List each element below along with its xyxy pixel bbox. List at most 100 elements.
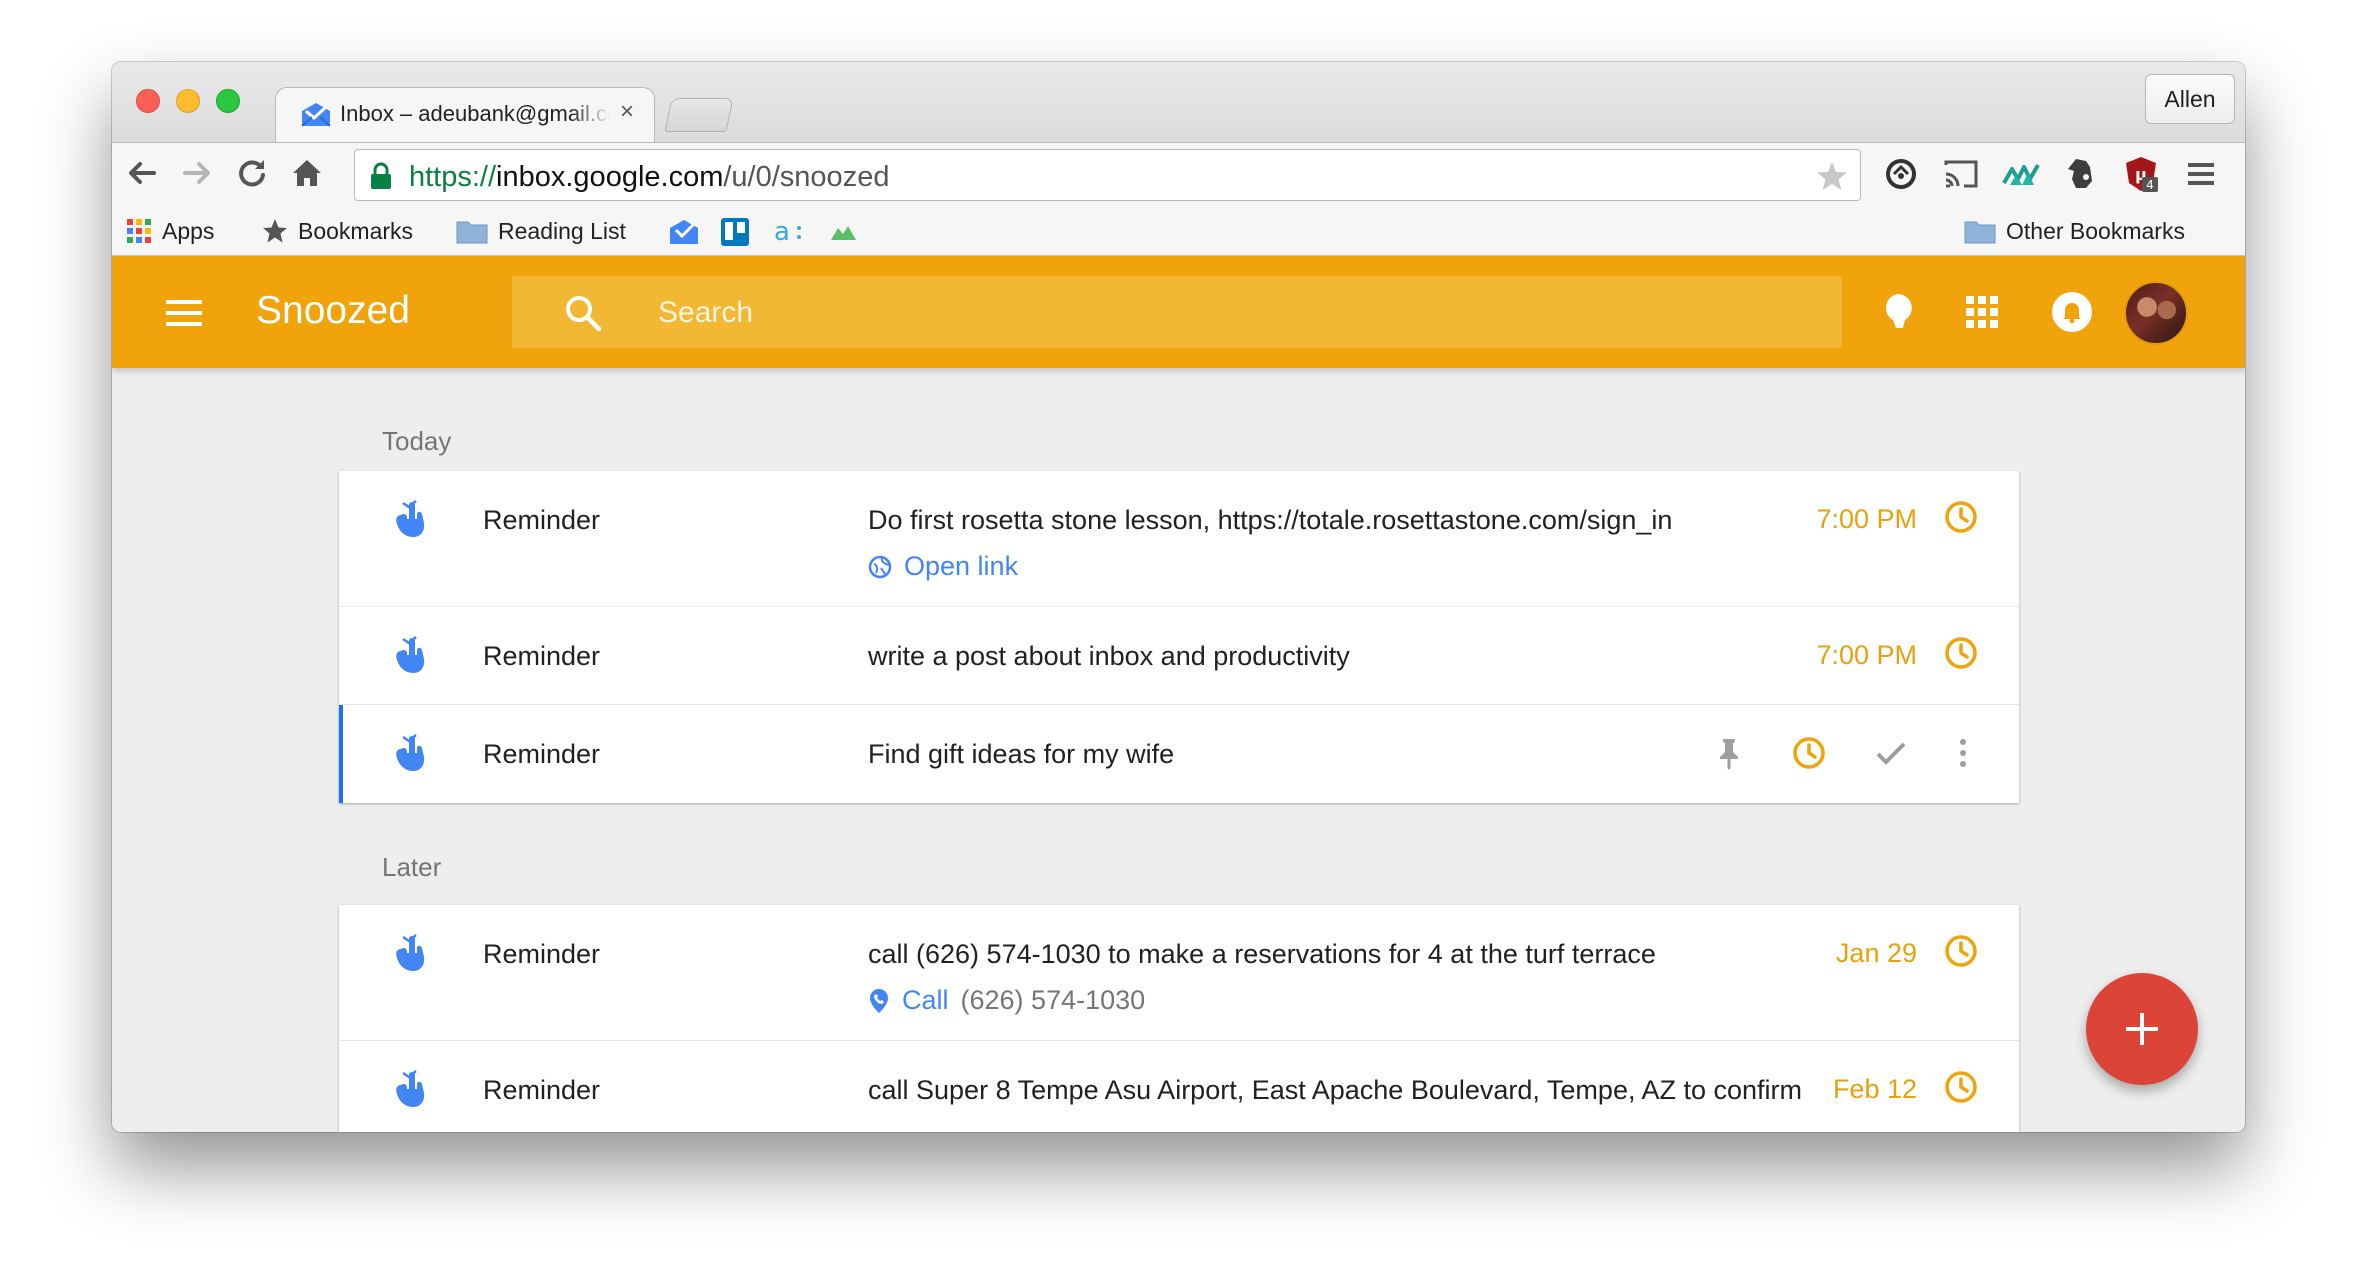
apps-grid-icon[interactable] <box>1960 290 2004 334</box>
page-title: Snoozed <box>256 289 410 332</box>
minimize-window-button[interactable] <box>176 89 200 113</box>
chrome-menu-icon[interactable] <box>2182 155 2220 193</box>
menu-icon[interactable] <box>164 298 204 328</box>
snooze-clock-icon[interactable] <box>1791 735 1827 771</box>
reminder-finger-icon <box>396 734 425 771</box>
reminder-finger-icon <box>396 1070 425 1107</box>
item-type: Reminder <box>483 641 601 671</box>
snooze-clock-icon[interactable] <box>1943 933 1979 969</box>
forward-arrow-icon[interactable] <box>179 155 215 191</box>
url-scheme: https:// <box>409 161 497 193</box>
profile-button[interactable]: Allen <box>2145 74 2235 124</box>
reminder-finger-icon <box>396 934 425 971</box>
back-arrow-icon[interactable] <box>124 155 160 191</box>
section-label-today: Today <box>382 426 452 456</box>
extension-badge: 4 <box>2146 178 2154 192</box>
home-icon[interactable] <box>289 155 325 191</box>
lock-icon <box>371 162 391 189</box>
apps-grid-icon <box>127 219 151 243</box>
snooze-clock-icon[interactable] <box>1943 635 1979 671</box>
cast-icon[interactable] <box>1942 155 1980 193</box>
bookmark-bookmarks[interactable]: Bookmarks <box>262 214 413 248</box>
snooze-clock-icon[interactable] <box>1943 1069 1979 1105</box>
snooze-clock-icon[interactable] <box>1943 499 1979 535</box>
tab-strip: Inbox – adeubank@gmail.com × Allen <box>112 62 2245 143</box>
item-type: Reminder <box>483 739 601 769</box>
phone-pin-icon <box>870 988 888 1013</box>
more-vert-icon[interactable] <box>1945 735 1981 771</box>
inbox-bookmark-icon[interactable] <box>668 218 700 246</box>
reload-icon[interactable] <box>234 155 270 191</box>
pin-icon[interactable] <box>1711 735 1747 771</box>
item-text: write a post about inbox and productivit… <box>868 641 1350 671</box>
call-number: (626) 574-1030 <box>960 985 1146 1015</box>
bookmarks-bar: Apps Bookmarks Reading List a Other Book… <box>112 206 2245 256</box>
snooze-time: 7:00 PM <box>1816 640 1917 670</box>
compose-fab-button[interactable] <box>2086 973 2198 1085</box>
avatar[interactable] <box>2124 281 2188 345</box>
snooze-time: 7:00 PM <box>1816 504 1917 534</box>
bookmark-star-icon[interactable] <box>1816 160 1848 192</box>
bookmark-reading-list[interactable]: Reading List <box>456 214 626 248</box>
notifications-bell-icon[interactable] <box>2050 290 2094 334</box>
today-card: Reminder Do first rosetta stone lesson, … <box>339 471 2019 803</box>
section-label-later: Later <box>382 852 442 882</box>
bookmark-other[interactable]: Other Bookmarks <box>1964 214 2185 248</box>
assist-bulb-icon[interactable] <box>1876 290 1920 334</box>
inbox-favicon-icon <box>301 103 331 127</box>
snooze-time: Jan 29 <box>1835 938 1917 968</box>
item-type: Reminder <box>483 939 601 969</box>
plus-icon <box>2126 1013 2158 1045</box>
bookmark-bookmarks-label: Bookmarks <box>298 217 414 244</box>
browser-window: Inbox – adeubank@gmail.com × Allen https… <box>112 62 2245 1132</box>
new-tab-button[interactable] <box>664 98 734 132</box>
list-item[interactable]: Reminder Do first rosetta stone lesson, … <box>339 471 2019 607</box>
call-label[interactable]: Call <box>902 985 949 1016</box>
item-text: Find gift ideas for my wife <box>868 739 1175 769</box>
later-card: Reminder call (626) 574-1030 to make a r… <box>339 905 2019 1132</box>
search-input[interactable]: Search <box>658 296 753 330</box>
momentum-extension-icon[interactable] <box>2002 155 2040 193</box>
item-text: call (626) 574-1030 to make a reservatio… <box>868 939 1656 969</box>
item-text: Do first rosetta stone lesson, https://t… <box>868 505 1673 535</box>
reminder-finger-icon <box>396 500 425 537</box>
svg-text:a: a <box>774 217 790 246</box>
url-path: /u/0/snoozed <box>723 161 890 193</box>
item-type: Reminder <box>483 1075 601 1105</box>
open-link-action[interactable]: Open link <box>868 551 1018 582</box>
list-item[interactable]: Reminder call (626) 574-1030 to make a r… <box>339 905 2019 1041</box>
reminder-finger-icon <box>396 636 425 673</box>
call-action[interactable]: Call (626) 574-1030 <box>868 985 1145 1016</box>
browser-toolbar: https://inbox.google.com/u/0/snoozed µ 4 <box>112 142 2245 206</box>
cloud-bookmark-icon[interactable] <box>828 218 858 244</box>
amazon-bookmark-icon[interactable]: a <box>772 216 806 246</box>
zoom-window-button[interactable] <box>216 89 240 113</box>
bookmark-apps-label: Apps <box>162 217 215 244</box>
bookmark-apps[interactable]: Apps <box>126 214 214 248</box>
done-check-icon[interactable] <box>1873 735 1909 771</box>
bookmark-reading-list-label: Reading List <box>498 217 626 244</box>
list-item-selected[interactable]: Reminder Find gift ideas for my wife <box>339 705 2019 803</box>
open-link-label[interactable]: Open link <box>904 551 1018 582</box>
main-content: Today Reminder Do first rosetta stone le… <box>112 368 2245 1132</box>
sync-extension-icon[interactable] <box>1882 155 1920 193</box>
list-item[interactable]: Reminder write a post about inbox and pr… <box>339 607 2019 705</box>
folder-icon <box>456 221 488 244</box>
tab-close-icon[interactable]: × <box>620 98 634 125</box>
item-text: call Super 8 Tempe Asu Airport, East Apa… <box>868 1075 1803 1105</box>
ublock-extension-icon[interactable]: µ 4 <box>2122 155 2160 193</box>
browser-tab-inbox[interactable]: Inbox – adeubank@gmail.com × <box>275 87 655 143</box>
address-bar[interactable]: https://inbox.google.com/u/0/snoozed <box>354 149 1861 201</box>
star-icon <box>263 219 287 243</box>
tab-title: Inbox – adeubank@gmail.com <box>340 101 610 126</box>
trello-bookmark-icon[interactable] <box>720 217 750 247</box>
globe-icon <box>868 555 892 578</box>
search-bar[interactable]: Search <box>512 276 1842 348</box>
close-window-button[interactable] <box>136 89 160 113</box>
url-text[interactable]: https://inbox.google.com/u/0/snoozed <box>409 161 889 194</box>
list-item[interactable]: Reminder call Super 8 Tempe Asu Airport,… <box>339 1041 2019 1132</box>
app-bar: Snoozed Search <box>112 256 2245 368</box>
bookmark-other-label: Other Bookmarks <box>2006 217 2185 244</box>
url-host: inbox.google.com <box>496 161 724 193</box>
evernote-extension-icon[interactable] <box>2062 155 2100 193</box>
